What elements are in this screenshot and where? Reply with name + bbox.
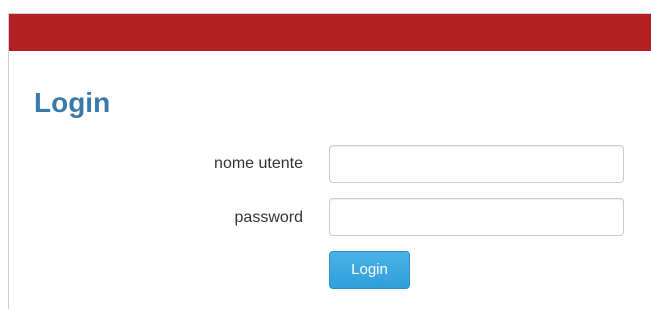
login-button[interactable]: Login bbox=[329, 251, 410, 289]
password-input[interactable] bbox=[329, 198, 624, 236]
header-bar bbox=[9, 14, 651, 51]
password-label: password bbox=[234, 209, 303, 226]
frame-left-border bbox=[8, 13, 9, 309]
username-label: nome utente bbox=[214, 155, 303, 172]
login-page: Login nome utente password Login bbox=[0, 0, 651, 309]
username-input[interactable] bbox=[329, 145, 624, 183]
page-title: Login bbox=[34, 87, 111, 118]
